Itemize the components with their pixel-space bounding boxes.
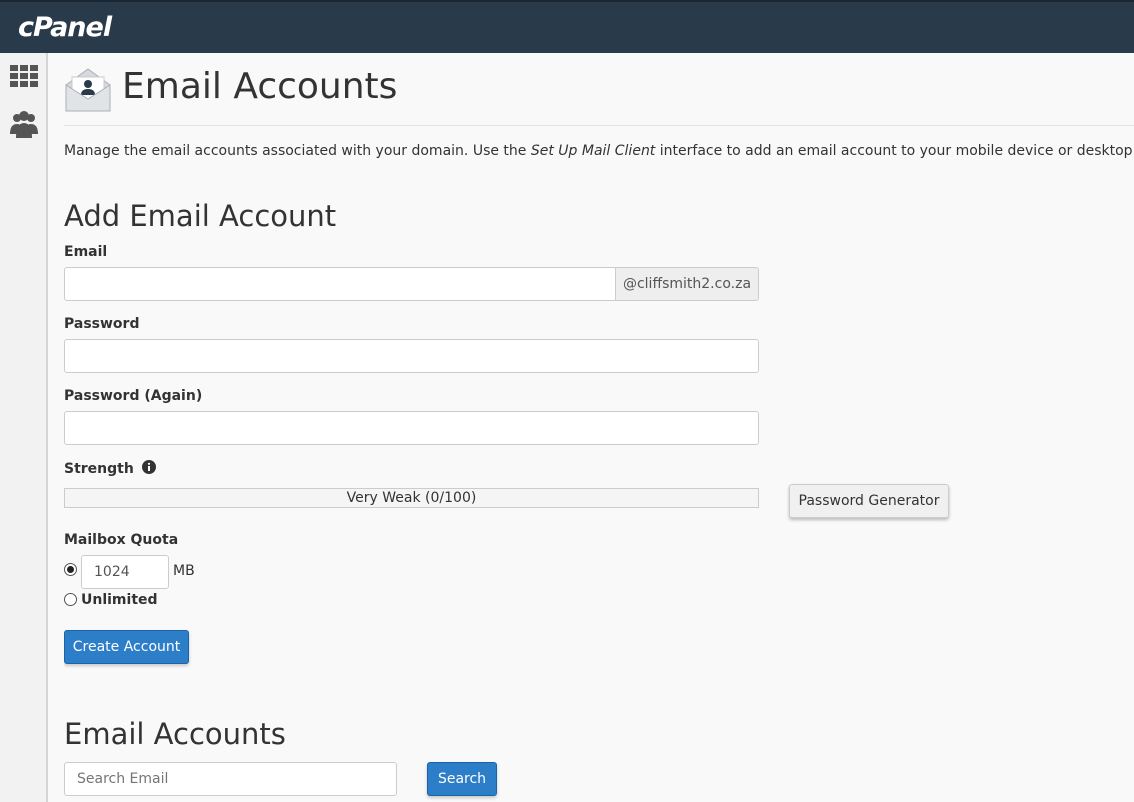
sidebar	[0, 53, 48, 802]
password-generator-button[interactable]: Password Generator	[789, 484, 949, 518]
search-email-input[interactable]	[64, 762, 397, 796]
strength-label: Strength	[64, 460, 156, 478]
set-up-mail-client-link[interactable]: Set Up Mail Client	[531, 143, 655, 159]
password-again-label: Password (Again)	[64, 388, 203, 404]
quota-unlimited-radio[interactable]	[64, 593, 77, 606]
search-button[interactable]: Search	[427, 762, 497, 796]
strength-text: Very Weak (0/100)	[346, 490, 477, 506]
info-icon[interactable]	[141, 460, 156, 478]
email-envelope-icon	[64, 67, 112, 113]
page-header: Email Accounts	[64, 65, 1134, 113]
page-title: Email Accounts	[122, 66, 398, 107]
password-label: Password	[64, 316, 140, 332]
description-text-1: Manage the email accounts associated wit…	[64, 143, 531, 159]
grid-icon[interactable]	[8, 61, 40, 93]
mailbox-quota-label: Mailbox Quota	[64, 532, 179, 548]
description-text-2: interface to add an email account to you…	[659, 143, 1134, 159]
header-divider	[64, 125, 1134, 126]
email-label: Email	[64, 244, 108, 260]
email-input-group: @cliffsmith2.co.za	[64, 267, 759, 301]
domain-addon: @cliffsmith2.co.za	[615, 267, 759, 301]
page-description: Manage the email accounts associated wit…	[64, 143, 1134, 159]
cpanel-logo[interactable]: cPanel	[18, 12, 112, 43]
quota-unit: MB	[173, 563, 195, 579]
strength-label-text: Strength	[64, 461, 134, 477]
password-strength-meter: Very Weak (0/100)	[64, 488, 759, 508]
quota-limited-radio[interactable]	[64, 563, 77, 576]
add-email-account-title: Add Email Account	[64, 199, 337, 233]
quota-input[interactable]	[81, 555, 169, 589]
users-icon[interactable]	[8, 108, 40, 140]
create-account-button[interactable]: Create Account	[64, 630, 189, 664]
main-content: Email Accounts Manage the email accounts…	[64, 53, 1134, 802]
password-again-input[interactable]	[64, 411, 759, 445]
email-accounts-title: Email Accounts	[64, 717, 286, 751]
top-bar: cPanel	[0, 0, 1134, 53]
email-input[interactable]	[64, 267, 616, 301]
password-input[interactable]	[64, 339, 759, 373]
unlimited-label[interactable]: Unlimited	[81, 592, 158, 608]
